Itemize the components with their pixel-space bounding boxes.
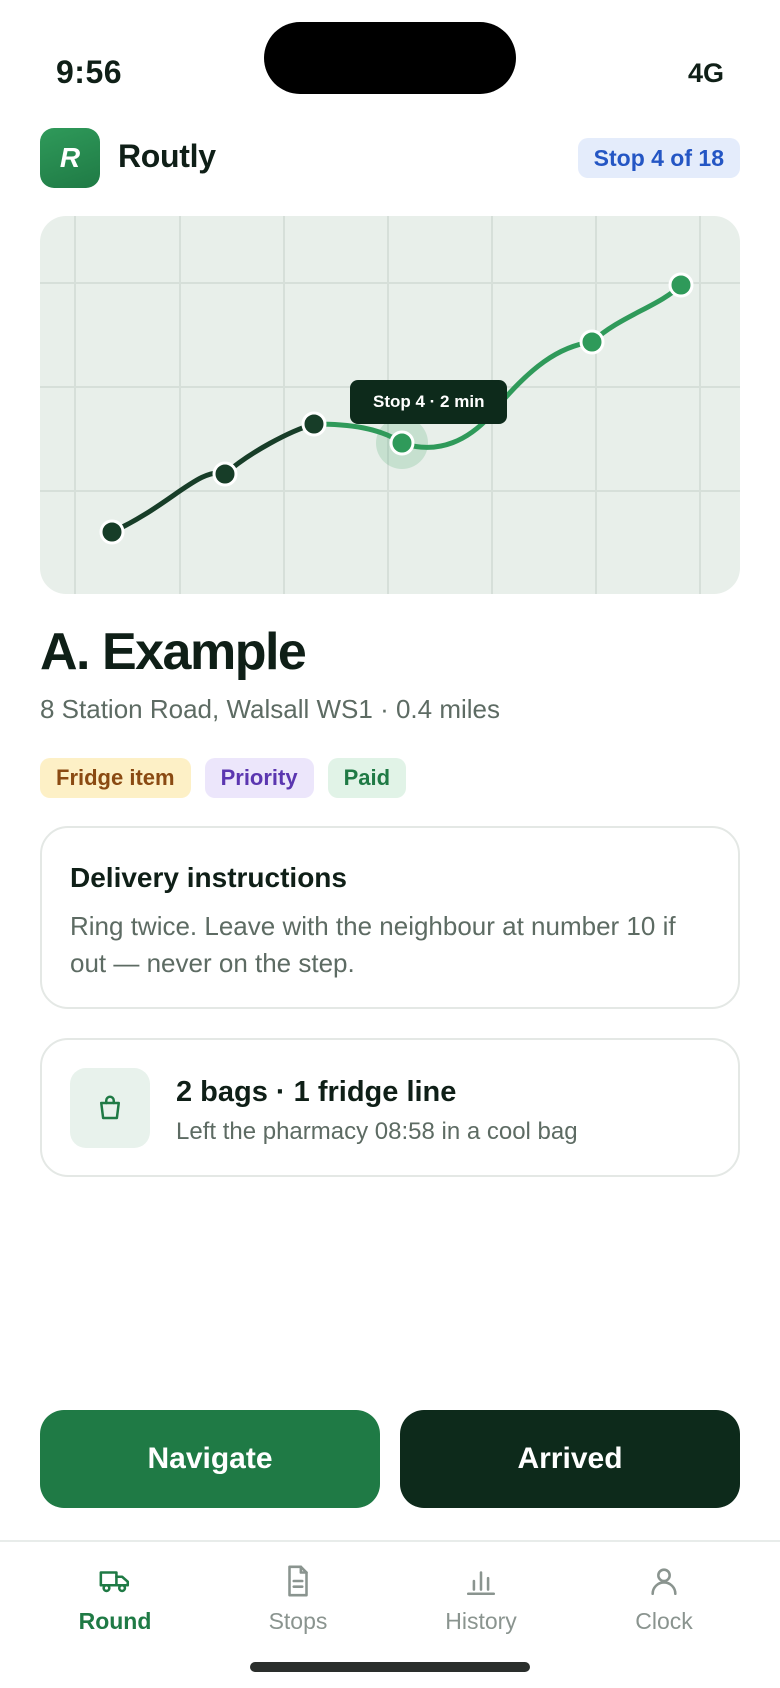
dynamic-island — [264, 22, 516, 94]
navigate-button[interactable]: Navigate — [40, 1410, 380, 1508]
tag-fridge-item: Fridge item — [40, 758, 191, 798]
package-title: 2 bags · 1 fridge line — [176, 1076, 457, 1108]
stop-marker-done[interactable] — [99, 519, 125, 545]
package-card[interactable]: 2 bags · 1 fridge line Left the pharmacy… — [40, 1038, 740, 1177]
stop-counter-badge: Stop 4 of 18 — [577, 138, 740, 178]
arrived-button[interactable]: Arrived — [400, 1410, 740, 1508]
tab-label: Clock — [635, 1608, 693, 1634]
tag-priority: Priority — [204, 758, 314, 798]
current-stop-tooltip: Stop 4 · 2 min — [350, 380, 508, 424]
route-map[interactable]: Stop 4 · 2 min — [40, 216, 740, 594]
home-indicator[interactable] — [250, 1662, 530, 1672]
tab-stops[interactable]: Stops — [218, 1564, 378, 1635]
stop-marker-done[interactable] — [212, 461, 238, 487]
stop-marker-upcoming[interactable] — [579, 329, 605, 355]
instructions-body: Ring twice. Leave with the neighbour at … — [70, 911, 676, 978]
tab-label: Stops — [268, 1608, 328, 1634]
document-icon — [288, 1565, 308, 1597]
app-header: R Routly Stop 4 of 18 — [40, 128, 740, 188]
person-icon — [651, 1568, 677, 1596]
logo-letter: R — [59, 142, 81, 173]
network-indicator: 4G — [687, 58, 724, 88]
tab-clock[interactable]: Clock — [584, 1564, 744, 1635]
tab-label: Round — [78, 1608, 152, 1634]
tab-history[interactable]: History — [401, 1564, 561, 1635]
app-name: Routly — [118, 138, 216, 174]
tag-list: Fridge item Priority Paid — [40, 758, 407, 798]
tag-paid: Paid — [327, 758, 407, 798]
recipient-name: A. Example — [40, 623, 307, 681]
delivery-instructions-card: Delivery instructions Ring twice. Leave … — [40, 826, 740, 1009]
stop-marker-current[interactable] — [389, 430, 415, 456]
bag-icon — [70, 1068, 150, 1148]
stop-marker-upcoming[interactable] — [668, 272, 694, 298]
bar-chart-icon — [466, 1571, 496, 1596]
status-time: 9:56 — [56, 54, 123, 90]
recipient-address: 8 Station Road, Walsall WS1 · 0.4 miles — [40, 694, 500, 724]
status-bar: 9:56 4G — [0, 0, 780, 120]
bottom-tab-bar: Round Stops History Clock — [0, 1540, 780, 1688]
package-subtitle: Left the pharmacy 08:58 in a cool bag — [176, 1118, 578, 1145]
van-icon — [99, 1571, 130, 1593]
tab-label: History — [445, 1608, 517, 1634]
instructions-title: Delivery instructions — [70, 862, 347, 893]
stop-marker-done[interactable] — [301, 411, 327, 437]
app-logo: R — [40, 128, 100, 188]
tab-round[interactable]: Round — [35, 1564, 195, 1635]
